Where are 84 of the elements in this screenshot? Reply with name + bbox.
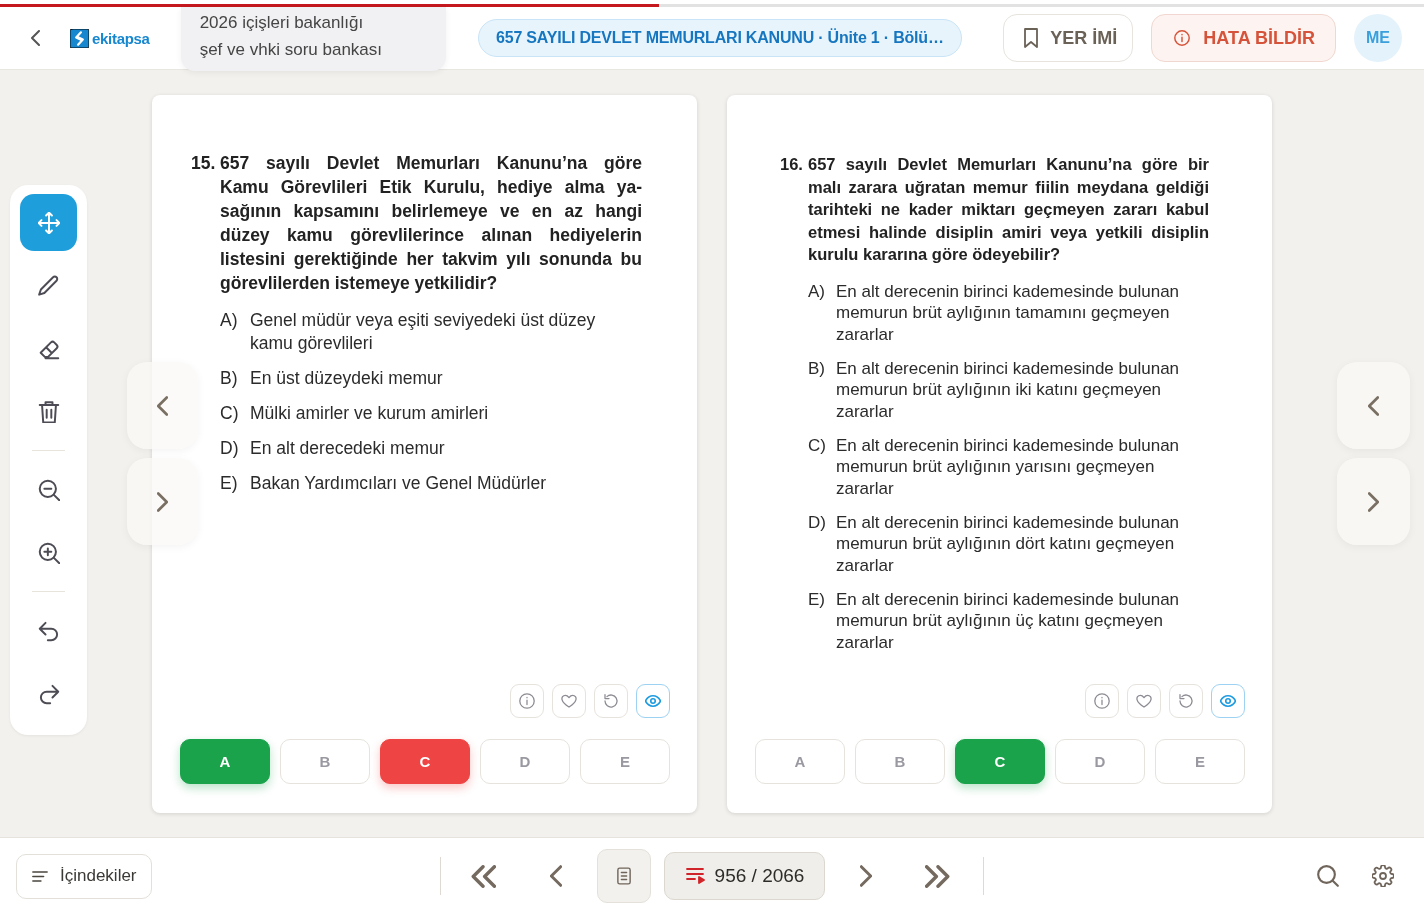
answer-option-button[interactable]: A: [180, 739, 270, 784]
heart-icon: [561, 693, 577, 709]
option-label: E): [220, 472, 239, 495]
info-button[interactable]: [1085, 684, 1119, 718]
double-chevron-left-icon: [469, 864, 496, 888]
option-label: C): [808, 434, 827, 457]
info-icon: [1174, 30, 1191, 46]
circular-arrow-icon: [1178, 693, 1194, 709]
answer-option-button[interactable]: B: [855, 739, 945, 784]
table-of-contents-button[interactable]: İçindekiler: [16, 853, 152, 899]
user-avatar[interactable]: ME: [1354, 14, 1402, 62]
double-chevron-right-icon: [925, 864, 952, 888]
heart-icon: [1136, 693, 1152, 709]
answer-option-button[interactable]: E: [1155, 739, 1245, 784]
option-text: En alt derecenin birinci kademesinde bulunan memurun brüt aylığının tamamını geçmeyen zararlar: [836, 280, 1181, 345]
eye-icon: [1220, 693, 1236, 709]
answer-option-button[interactable]: E: [580, 739, 670, 784]
move-tool-button[interactable]: [20, 194, 77, 251]
answer-option-button[interactable]: C: [380, 739, 470, 784]
answer-option-button[interactable]: C: [955, 739, 1045, 784]
option-text: En alt derecenin birinci kademesinde bulunan memurun brüt aylığının iki katını geçmeyen zararlar: [836, 357, 1181, 422]
undo-icon: [37, 619, 60, 642]
option-label: B): [808, 357, 826, 380]
option-label: D): [220, 437, 240, 460]
chevron-left-icon: [157, 395, 168, 416]
show-answer-button[interactable]: [1211, 684, 1245, 718]
option-text: Mülki amirler ve kurum amirleri: [250, 402, 490, 425]
chevron-right-icon: [1368, 491, 1379, 512]
option-text: Bakan Yardımcıları ve Genel Müdürler: [250, 472, 547, 495]
favorite-button[interactable]: [1127, 684, 1161, 718]
info-button[interactable]: [510, 684, 544, 718]
search-icon: [1317, 865, 1339, 887]
reset-button[interactable]: [1169, 684, 1203, 718]
favorite-button[interactable]: [552, 684, 586, 718]
question-text: 657 sayılı Devlet Memurları Kanunu’na göre bir malı zarara uğratan memur fiilin meydana geldiği tarihteki ne kader miktarı geçmeyen zararı kabul etmesi halinde disiplin amiri veya yetkili disiplin kurulu kararına göre ödeyebilir?: [808, 154, 1209, 265]
zoom-in-icon: [37, 541, 60, 564]
option-text: En alt derecenin birinci kademesinde bulunan memurun brüt aylığının dört katını geçmeyen zararlar: [836, 511, 1181, 576]
zoom-out-icon: [37, 478, 60, 501]
option-label: E): [808, 588, 826, 611]
option-label: B): [220, 367, 239, 390]
option-text: Genel müdür veya eşiti seviyedeki üst düzey kamu görevlileri: [250, 309, 597, 355]
eye-icon: [645, 693, 661, 709]
question-text: 657 sayılı Devlet Memurları Kanunu’na göre Kamu Görevlileri Etik Kurulu, hediye alma ya- sağının kapsamını belirlemeye ve en az hangi düzey kamu görevlilerince alınan hediyelerin listesini gerektiğinde her takvim yılı sonunda bu görevlilerden istemeye yetkilidir?: [220, 152, 642, 295]
redo-icon: [37, 682, 60, 705]
option-text: En alt derecedeki memur: [250, 437, 446, 460]
page-counter-button[interactable]: 956 / 2066: [663, 852, 826, 900]
answer-option-button[interactable]: B: [280, 739, 370, 784]
move-icon: [37, 211, 60, 234]
pencil-icon: [37, 274, 60, 297]
page-view-button[interactable]: [596, 849, 651, 903]
info-icon: [1094, 693, 1110, 709]
document-icon: [616, 867, 631, 885]
list-lines-icon: [32, 870, 48, 882]
settings-icon: [1372, 865, 1394, 887]
chevron-right-icon: [157, 491, 168, 512]
question-number: 16.: [780, 154, 804, 175]
option-text: En alt derecenin birinci kademesinde bulunan memurun brüt aylığının yarısını geçmeyen zararlar: [836, 434, 1181, 499]
report-error-button[interactable]: HATA BİLDİR: [1151, 14, 1336, 62]
reset-button[interactable]: [594, 684, 628, 718]
answer-option-button[interactable]: A: [755, 739, 845, 784]
chevron-right-icon: [860, 865, 873, 887]
chevron-left-icon: [549, 865, 562, 887]
logo-text: ekitapsa: [92, 29, 150, 47]
chevron-left-icon: [1368, 395, 1379, 416]
circular-arrow-icon: [603, 693, 619, 709]
chevron-left-icon: [30, 30, 40, 46]
book-title[interactable]: 2026 içişleri bakanlığı şef ve vhki soru bankası: [199, 9, 382, 63]
answer-option-button[interactable]: D: [480, 739, 570, 784]
bookmark-button[interactable]: YER İMİ: [1003, 14, 1134, 62]
option-text: En alt derecenin birinci kademesinde bulunan memurun brüt aylığının üç katını geçmeyen zararlar: [836, 588, 1181, 653]
answer-option-button[interactable]: D: [1055, 739, 1145, 784]
option-label: A): [220, 309, 239, 332]
option-text: En üst düzeydeki memur: [250, 367, 444, 390]
option-label: A): [808, 280, 826, 303]
show-answer-button[interactable]: [636, 684, 670, 718]
logo-icon: [70, 28, 89, 48]
question-number: 15.: [191, 152, 217, 175]
bookmark-icon: [1024, 28, 1039, 48]
chapter-pill[interactable]: 657 SAYILI DEVLET MEMURLARI KANUNU · Ünite 1 · Bölü…: [478, 19, 962, 57]
trash-icon: [37, 400, 60, 423]
option-label: D): [808, 511, 827, 534]
info-icon: [519, 693, 535, 709]
option-label: C): [220, 402, 240, 425]
list-play-icon: [685, 868, 705, 884]
